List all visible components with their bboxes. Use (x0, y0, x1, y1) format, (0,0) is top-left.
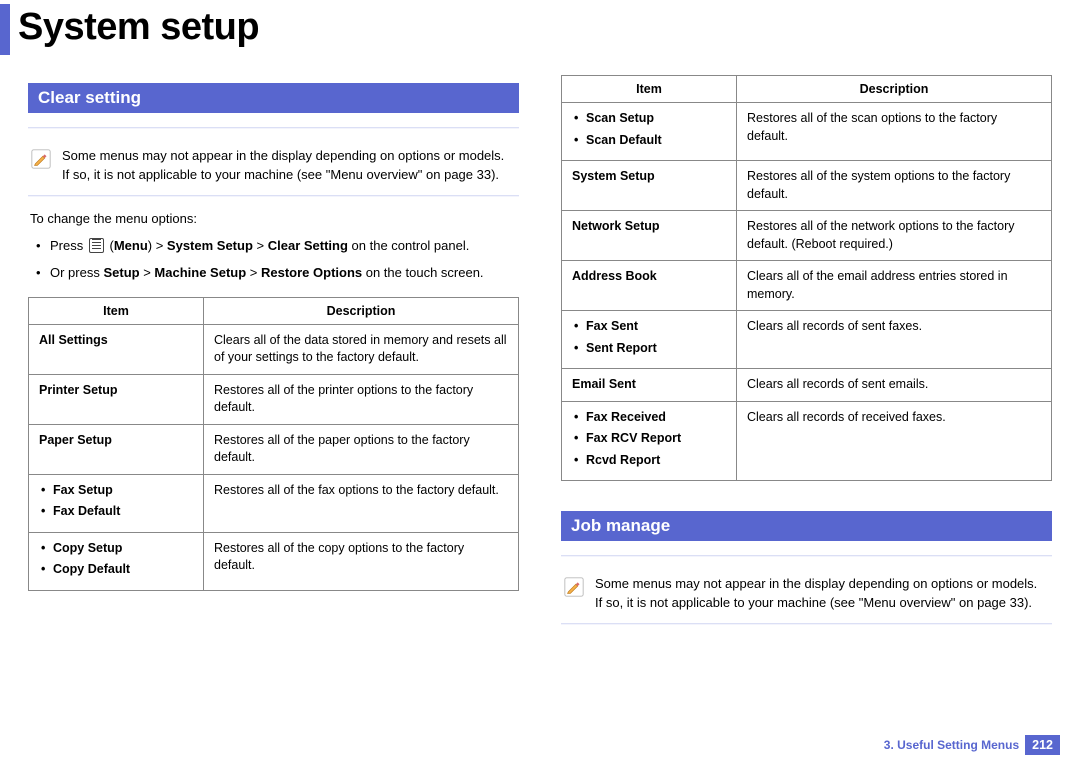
note-text: Some menus may not appear in the display… (62, 147, 515, 185)
list-item: Fax RCV Report (572, 430, 726, 448)
desc-cell: Clears all records of sent emails. (737, 369, 1052, 402)
step-1: Press (Menu) > System Setup > Clear Sett… (32, 236, 519, 256)
pencil-note-icon (563, 575, 585, 604)
page-title-block: System setup (0, 4, 1080, 55)
desc-cell: Clears all records of received faxes. (737, 401, 1052, 481)
menu-icon (89, 238, 104, 253)
desc-cell: Restores all of the fax options to the f… (204, 474, 519, 532)
left-table-body: All SettingsClears all of the data store… (29, 324, 519, 590)
intro-line: To change the menu options: (30, 211, 519, 226)
item-cell: Fax Setup Fax Default (29, 474, 204, 532)
item-cell: Email Sent (562, 369, 737, 402)
desc-cell: Restores all of the network options to t… (737, 211, 1052, 261)
table-row: Scan Setup Scan Default Restores all of th… (562, 103, 1052, 161)
item-cell: Printer Setup (29, 374, 204, 424)
page-footer: 3. Useful Setting Menus 212 (884, 735, 1060, 755)
note-box: Some menus may not appear in the display… (561, 569, 1052, 619)
item-cell: Scan Setup Scan Default (562, 103, 737, 161)
table-row: Fax Setup Fax Default Restores all of the … (29, 474, 519, 532)
desc-cell: Restores all of the scan options to the … (737, 103, 1052, 161)
list-item: Scan Setup (572, 110, 726, 128)
step-2: Or press Setup > Machine Setup > Restore… (32, 263, 519, 283)
note-box: Some menus may not appear in the display… (28, 141, 519, 191)
col-header-item: Item (29, 297, 204, 324)
table-row: Copy Setup Copy Default Restores all of th… (29, 532, 519, 590)
right-table: Item Description Scan Setup Scan Default R… (561, 75, 1052, 481)
table-row: System SetupRestores all of the system o… (562, 161, 1052, 211)
divider (561, 623, 1052, 625)
item-cell: Paper Setup (29, 424, 204, 474)
list-item: Sent Report (572, 340, 726, 358)
two-column-layout: Clear setting Some menus may not appear … (0, 75, 1080, 639)
desc-cell: Restores all of the printer options to t… (204, 374, 519, 424)
table-row: Email SentClears all records of sent ema… (562, 369, 1052, 402)
list-item: Fax Sent (572, 318, 726, 336)
desc-cell: Clears all records of sent faxes. (737, 311, 1052, 369)
left-column: Clear setting Some menus may not appear … (28, 75, 519, 639)
list-item: Copy Default (39, 561, 193, 579)
table-row: Fax Received Fax RCV Report Rcvd Report Cle… (562, 401, 1052, 481)
item-cell: Fax Received Fax RCV Report Rcvd Report (562, 401, 737, 481)
item-cell: Fax Sent Sent Report (562, 311, 737, 369)
divider (28, 195, 519, 197)
divider (561, 555, 1052, 557)
desc-cell: Restores all of the system options to th… (737, 161, 1052, 211)
col-header-desc: Description (204, 297, 519, 324)
table-row: All SettingsClears all of the data store… (29, 324, 519, 374)
list-item: Rcvd Report (572, 452, 726, 470)
right-table-body: Scan Setup Scan Default Restores all of th… (562, 103, 1052, 481)
desc-cell: Restores all of the paper options to the… (204, 424, 519, 474)
table-row: Fax Sent Sent Report Clears all records of… (562, 311, 1052, 369)
list-item: Fax Default (39, 503, 193, 521)
pencil-note-icon (30, 147, 52, 176)
list-item: Fax Received (572, 409, 726, 427)
page-title: System setup (18, 6, 1080, 49)
item-cell: Copy Setup Copy Default (29, 532, 204, 590)
footer-page-number: 212 (1025, 735, 1060, 755)
item-cell: System Setup (562, 161, 737, 211)
item-cell: Address Book (562, 261, 737, 311)
item-cell: All Settings (29, 324, 204, 374)
col-header-desc: Description (737, 76, 1052, 103)
divider (28, 127, 519, 129)
left-table: Item Description All SettingsClears all … (28, 297, 519, 591)
item-cell: Network Setup (562, 211, 737, 261)
right-column: Item Description Scan Setup Scan Default R… (561, 75, 1052, 639)
table-row: Printer SetupRestores all of the printer… (29, 374, 519, 424)
desc-cell: Clears all of the data stored in memory … (204, 324, 519, 374)
list-item: Fax Setup (39, 482, 193, 500)
col-header-item: Item (562, 76, 737, 103)
footer-chapter: 3. Useful Setting Menus (884, 738, 1019, 752)
desc-cell: Clears all of the email address entries … (737, 261, 1052, 311)
section-heading-clear-setting: Clear setting (28, 83, 519, 113)
section-heading-job-manage: Job manage (561, 511, 1052, 541)
list-item: Scan Default (572, 132, 726, 150)
table-row: Network SetupRestores all of the network… (562, 211, 1052, 261)
note-text: Some menus may not appear in the display… (595, 575, 1048, 613)
steps-list: Press (Menu) > System Setup > Clear Sett… (32, 236, 519, 283)
desc-cell: Restores all of the copy options to the … (204, 532, 519, 590)
table-row: Address BookClears all of the email addr… (562, 261, 1052, 311)
list-item: Copy Setup (39, 540, 193, 558)
table-row: Paper SetupRestores all of the paper opt… (29, 424, 519, 474)
